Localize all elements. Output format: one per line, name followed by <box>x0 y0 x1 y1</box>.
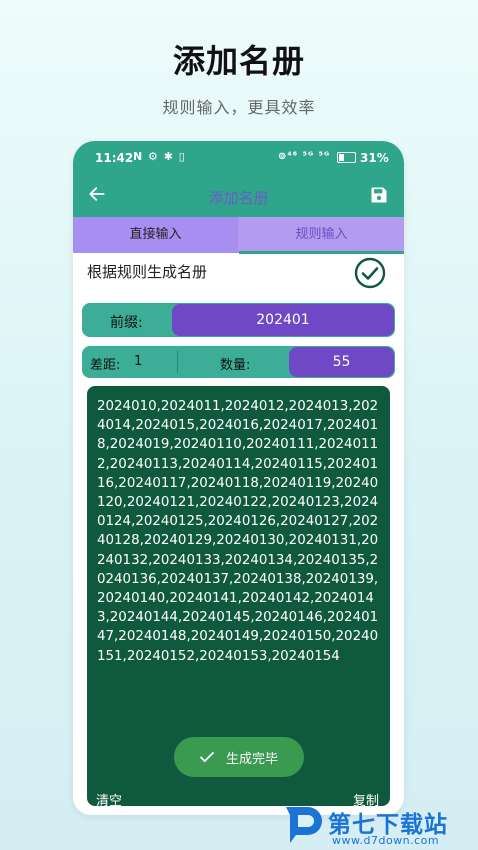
save-icon[interactable] <box>369 185 389 205</box>
output-panel: 2024010,2024011,2024012,2024013,2024014,… <box>87 386 390 809</box>
status-bar: 11:42 N ⚙ ✱ ▯ ⊚⁴⁶ ⁵ᴳ ⁵ᴳ 31% <box>73 141 404 175</box>
tab-bar: 直接输入 规则输入 <box>73 217 404 253</box>
gap-label: 差距: <box>90 358 121 373</box>
prefix-label: 前缀: <box>110 315 143 331</box>
done-button[interactable]: 生成完毕 <box>174 737 304 777</box>
promo-subtitle: 规则输入，更具效率 <box>162 98 316 117</box>
tab-direct-input[interactable]: 直接输入 <box>73 217 238 253</box>
divider <box>177 351 178 373</box>
prefix-input[interactable]: 202401 <box>172 304 394 336</box>
clear-button[interactable]: 清空 <box>96 790 122 809</box>
battery-icon <box>337 152 356 163</box>
phone-screen: 11:42 N ⚙ ✱ ▯ ⊚⁴⁶ ⁵ᴳ ⁵ᴳ 31% 添加名册 直接输入 规则… <box>73 141 404 815</box>
section-label: 根据规则生成名册 <box>87 263 208 281</box>
done-button-label: 生成完毕 <box>226 752 279 767</box>
watermark: 第七下载站 www.d7down.com <box>282 801 478 850</box>
battery-percent: 31% <box>360 151 389 165</box>
status-left-icons: N ⚙ ✱ ▯ <box>133 150 186 163</box>
promo-title: 添加名册 <box>172 42 305 80</box>
check-circle-icon[interactable] <box>354 257 386 289</box>
gap-input[interactable]: 1 <box>134 354 142 369</box>
tab-rule-input[interactable]: 规则输入 <box>239 217 404 253</box>
prefix-row: 前缀: 202401 <box>82 303 395 337</box>
generated-list[interactable]: 2024010,2024011,2024012,2024013,2024014,… <box>97 397 383 666</box>
tab-indicator <box>239 251 404 254</box>
d7-logo-icon <box>286 807 322 843</box>
signal-icon: ⊚⁴⁶ ⁵ᴳ ⁵ᴳ <box>278 151 331 162</box>
watermark-url: www.d7down.com <box>332 834 440 847</box>
app-bar: 添加名册 <box>73 175 404 217</box>
count-input[interactable]: 55 <box>289 347 394 377</box>
check-icon <box>200 751 214 763</box>
count-label: 数量: <box>220 358 251 373</box>
page-title: 添加名册 <box>208 189 269 207</box>
status-time: 11:42 <box>95 151 134 165</box>
param-row: 差距: 1 数量: 55 <box>82 346 395 378</box>
